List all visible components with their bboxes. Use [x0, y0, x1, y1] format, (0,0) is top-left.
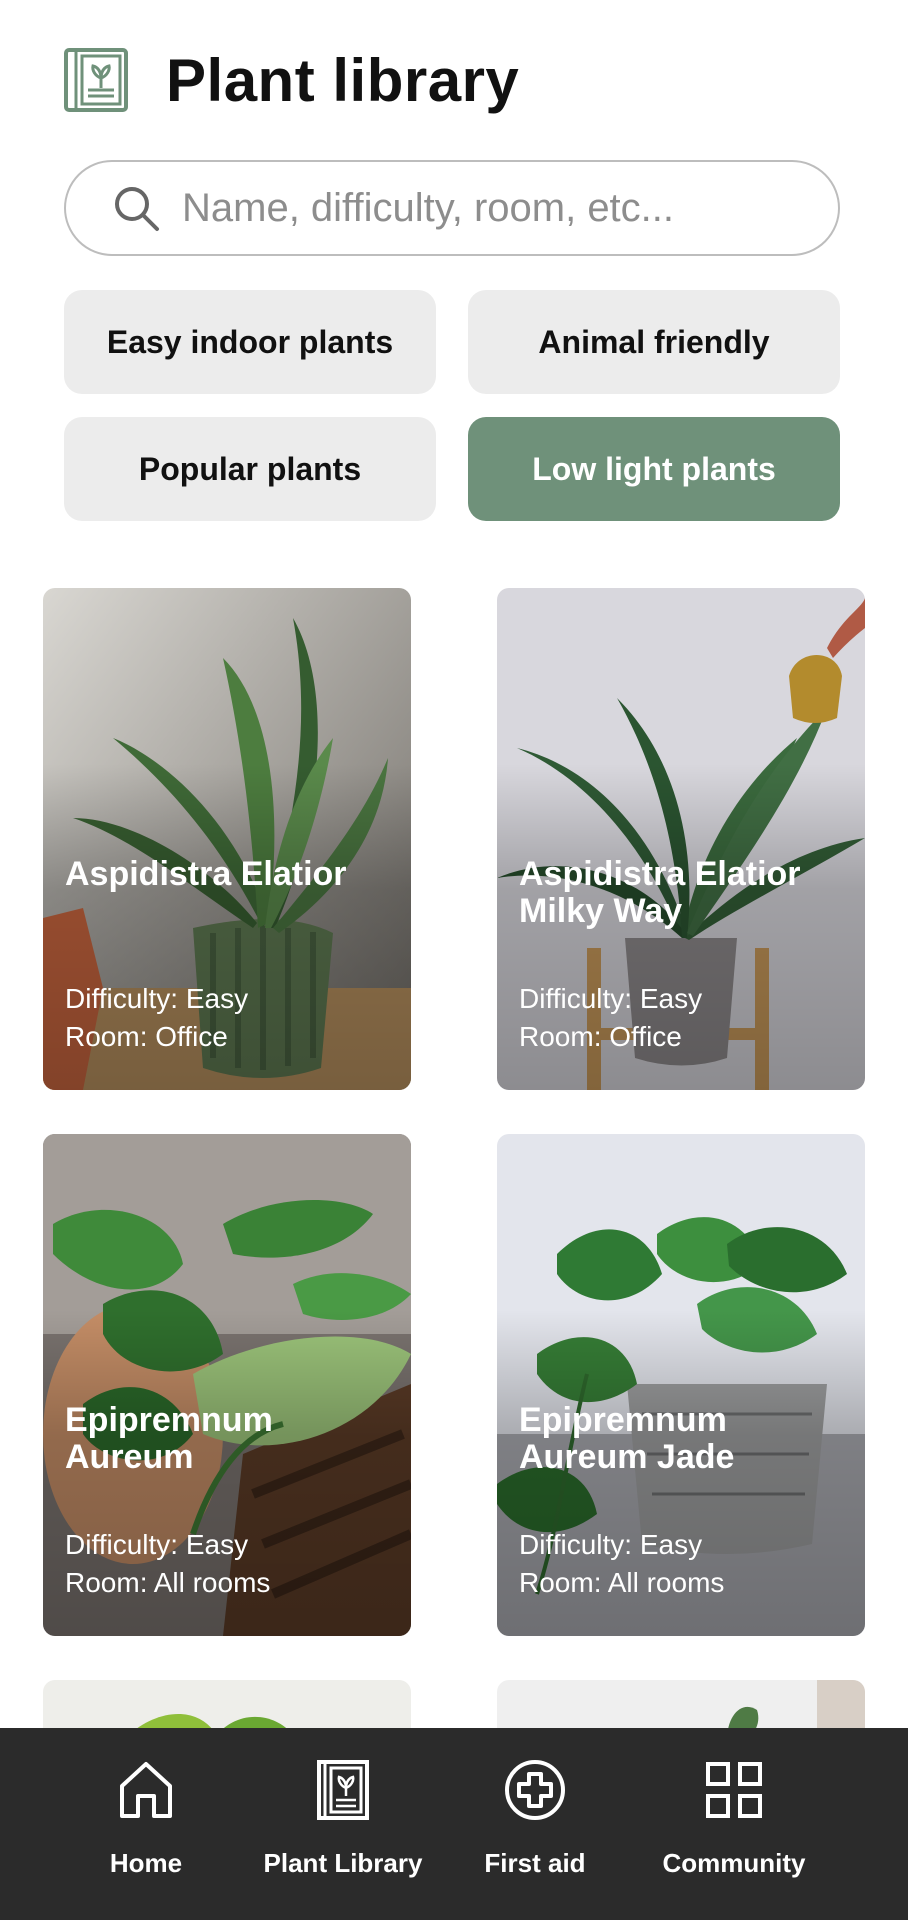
plant-card[interactable]: Epipremnum Aureum Difficulty: Easy Room:… — [43, 1134, 411, 1636]
filter-chip-popular[interactable]: Popular plants — [64, 417, 436, 521]
plant-book-icon — [64, 48, 128, 112]
plant-meta: Difficulty: Easy Room: All rooms — [519, 1526, 724, 1602]
filter-chip-easy-indoor[interactable]: Easy indoor plants — [64, 290, 436, 394]
plant-difficulty: Difficulty: Easy — [519, 983, 703, 1014]
plant-meta: Difficulty: Easy Room: Office — [519, 980, 702, 1056]
nav-label: Plant Library — [263, 1848, 423, 1878]
plant-difficulty: Difficulty: Easy — [519, 1529, 703, 1560]
plant-name: Epipremnum Aureum Jade — [519, 1401, 735, 1476]
search-bar[interactable] — [64, 160, 840, 256]
first-aid-icon — [505, 1760, 565, 1820]
nav-label: Home — [109, 1848, 183, 1878]
plant-meta: Difficulty: Easy Room: All rooms — [65, 1526, 270, 1602]
page-header: Plant library — [64, 40, 519, 120]
nav-label: Community — [662, 1848, 806, 1878]
plant-room: Room: All rooms — [65, 1567, 271, 1598]
plant-name: Aspidistra Elatior Milky Way — [519, 855, 801, 930]
plant-book-icon — [317, 1760, 369, 1820]
nav-item-plant-library[interactable]: Plant Library — [243, 1758, 443, 1879]
plant-room: Room: Office — [65, 1021, 228, 1052]
nav-item-community[interactable]: Community — [634, 1758, 834, 1879]
plant-name: Aspidistra Elatior — [65, 855, 347, 893]
search-icon — [115, 187, 159, 231]
nav-item-home[interactable]: Home — [46, 1758, 246, 1879]
page-title: Plant library — [166, 46, 520, 114]
plant-room: Room: Office — [519, 1021, 682, 1052]
plant-difficulty: Difficulty: Easy — [65, 1529, 249, 1560]
plant-card[interactable]: Epipremnum Aureum Jade Difficulty: Easy … — [497, 1134, 865, 1636]
plant-card[interactable]: Aspidistra Elatior Milky Way Difficulty:… — [497, 588, 865, 1090]
filter-chip-animal-friendly[interactable]: Animal friendly — [468, 290, 840, 394]
grid-icon — [706, 1762, 762, 1818]
plant-meta: Difficulty: Easy Room: Office — [65, 980, 248, 1056]
plant-difficulty: Difficulty: Easy — [65, 983, 249, 1014]
filter-chip-low-light[interactable]: Low light plants — [468, 417, 840, 521]
nav-label: First aid — [484, 1848, 586, 1878]
home-icon — [120, 1762, 172, 1818]
plant-name: Epipremnum Aureum — [65, 1401, 273, 1476]
nav-item-first-aid[interactable]: First aid — [435, 1758, 635, 1879]
bottom-navigation: Home Plant Library First aid Community — [0, 1728, 908, 1920]
search-input[interactable] — [180, 184, 824, 232]
plant-card[interactable]: Aspidistra Elatior Difficulty: Easy Room… — [43, 588, 411, 1090]
plant-room: Room: All rooms — [519, 1567, 725, 1598]
